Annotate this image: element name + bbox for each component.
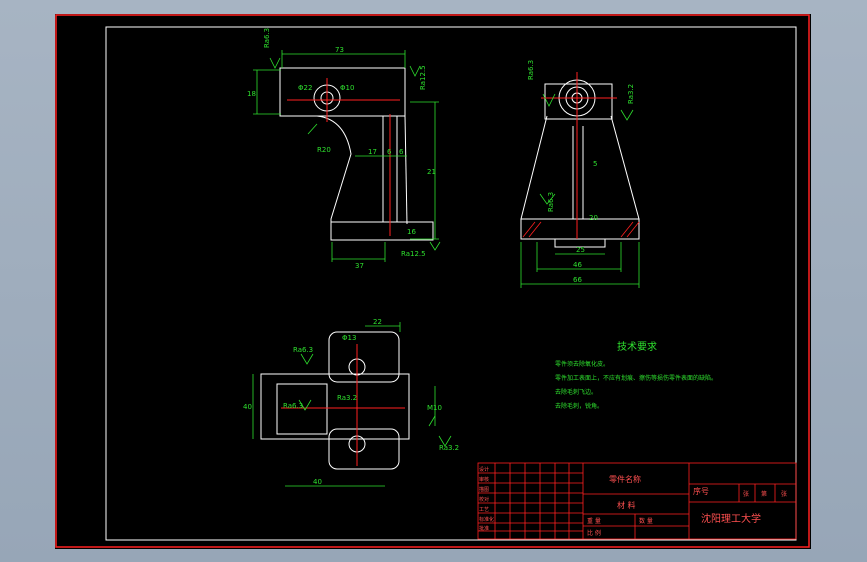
side-view-labels: 20 5 25 46 66 Ra6.3 Ra3.2 Ra6.3 [527, 60, 635, 284]
tech-line-1: 零件须去除氧化皮。 [555, 360, 609, 368]
rough-2: Ra6.3 [283, 402, 303, 410]
row-label-7: 批准 [479, 525, 489, 532]
front-view-labels: 73 18 21 37 16 17 6 6 Φ22 Φ10 R20 Ra6.3 … [247, 28, 436, 270]
drawing-viewport[interactable]: 73 18 21 37 16 17 6 6 Φ22 Φ10 R20 Ra6.3 … [55, 14, 811, 549]
outer-frame [55, 14, 810, 548]
rough-1: Ra6.3 [293, 346, 313, 354]
dim-6a: 6 [387, 148, 392, 156]
sequence-number: 序号 [693, 486, 709, 496]
top-view-labels: 22 40 40 M10 Φ13 Ra6.3 Ra6.3 Ra3.2 Ra3.2 [243, 318, 459, 486]
engineering-drawing: 73 18 21 37 16 17 6 6 Φ22 Φ10 R20 Ra6.3 … [55, 14, 810, 548]
rough-top: Ra6.3 [263, 28, 271, 48]
phi-22: Φ22 [298, 84, 312, 92]
dim-17: 17 [368, 148, 377, 156]
dim-40-vertical: 40 [243, 403, 252, 411]
dim-m10: M10 [427, 404, 442, 412]
rough-right: Ra3.2 [627, 84, 635, 104]
dim-66: 66 [573, 276, 582, 284]
r-20: R20 [317, 146, 331, 154]
row-label-5: 工艺 [479, 507, 489, 513]
dim-5: 5 [593, 160, 597, 168]
phi-13: Φ13 [342, 334, 356, 342]
quantity-label: 数 量 [639, 517, 653, 525]
dim-40-horizontal: 40 [313, 478, 322, 486]
dim-16: 16 [407, 228, 416, 236]
sheet-label-3: 张 [781, 490, 787, 498]
side-view-dimensions [520, 93, 640, 288]
tech-line-4: 去除毛刺，锐角。 [555, 402, 603, 410]
top-view [260, 331, 410, 470]
scale-label: 比 例 [587, 529, 601, 537]
rough-4: Ra3.2 [439, 444, 459, 452]
dim-37: 37 [355, 262, 364, 270]
rough-low: Ra6.3 [547, 192, 555, 212]
dim-25: 25 [576, 246, 585, 254]
row-label-1: 设计 [479, 466, 489, 473]
rough-3: Ra3.2 [337, 394, 357, 402]
side-view [520, 79, 640, 248]
sheet-label-1: 张 [743, 490, 749, 498]
part-name: 零件名称 [609, 474, 641, 484]
dim-6b: 6 [399, 148, 404, 156]
dim-73: 73 [335, 46, 344, 54]
row-label-2: 审核 [479, 476, 489, 483]
sheet-label-2: 第 [761, 490, 767, 498]
material: 材 料 [617, 500, 636, 510]
dim-21: 21 [427, 168, 436, 176]
side-view-centerlines [541, 72, 617, 239]
row-label-3: 描图 [479, 486, 489, 493]
front-view [279, 67, 434, 241]
dim-18: 18 [247, 90, 256, 98]
weight-label: 重 量 [587, 517, 601, 525]
side-view-hatching [522, 221, 640, 238]
tech-requirements-title: 技术要求 [617, 340, 657, 353]
tech-line-2: 零件加工表面上，不应有划痕、擦伤等损伤零件表面的缺陷。 [555, 374, 717, 382]
dim-20: 20 [589, 214, 598, 222]
rough-right: Ra12.5 [419, 65, 427, 90]
tech-requirements: 技术要求 零件须去除氧化皮。 零件加工表面上，不应有划痕、擦伤等损伤零件表面的缺… [555, 340, 717, 410]
tech-line-3: 去除毛刺飞边。 [555, 388, 597, 396]
row-label-6: 标准化 [479, 516, 494, 523]
rough-left: Ra6.3 [527, 60, 535, 80]
phi-10: Φ10 [340, 84, 354, 92]
dim-46: 46 [573, 261, 582, 269]
dim-22: 22 [373, 318, 382, 326]
school-name: 沈阳理工大学 [701, 512, 761, 525]
row-label-4: 校对 [479, 496, 489, 503]
rough-bottom: Ra12.5 [401, 250, 426, 258]
